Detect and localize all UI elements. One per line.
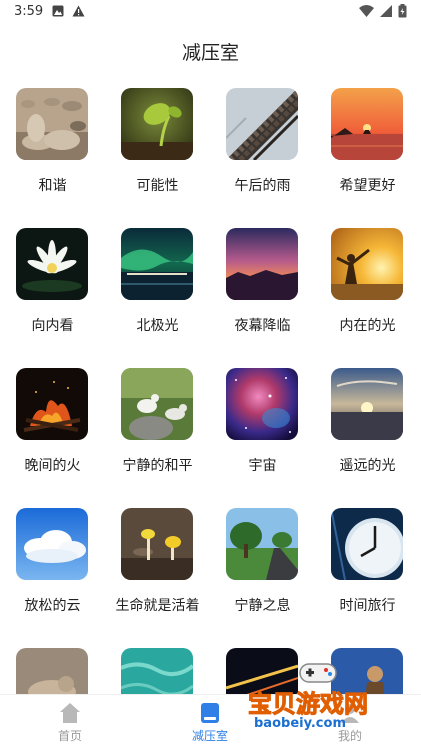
item-label: 夜幕降临 xyxy=(234,318,291,334)
sprout-icon xyxy=(121,88,193,160)
item-serene-peace[interactable]: 宁静的和平 xyxy=(105,366,210,506)
item-evening-fire[interactable]: 晚间的火 xyxy=(0,366,105,506)
clouds-icon xyxy=(16,508,88,580)
sunset-sea-icon xyxy=(331,88,403,160)
item-label: 午后的雨 xyxy=(234,178,291,194)
item-label: 宇宙 xyxy=(248,458,277,474)
item-aurora[interactable]: 北极光 xyxy=(105,226,210,366)
clock-icon xyxy=(331,508,403,580)
dusk-icon xyxy=(226,228,298,300)
item-cat[interactable] xyxy=(0,646,105,696)
item-label: 向内看 xyxy=(31,318,74,334)
tab-home[interactable]: 首页 xyxy=(20,701,120,747)
item-label: 宁静之息 xyxy=(234,598,291,614)
gamepad-icon xyxy=(299,663,337,683)
status-bar: 3:59 xyxy=(0,0,421,24)
item-inner-light[interactable]: 内在的光 xyxy=(315,226,420,366)
item-label: 遥远的光 xyxy=(339,458,396,474)
nebula-icon xyxy=(226,368,298,440)
water-lily-icon xyxy=(16,228,88,300)
page-title: 减压室 xyxy=(181,42,239,64)
item-label: 放松的云 xyxy=(24,598,81,614)
item-universe[interactable]: 宇宙 xyxy=(210,366,315,506)
mushrooms-icon xyxy=(121,508,193,580)
item-label: 内在的光 xyxy=(339,318,396,334)
tab-home-label: 首页 xyxy=(57,729,82,743)
signal-icon xyxy=(380,5,392,17)
item-label: 和谐 xyxy=(38,178,67,194)
person-sunlight-icon xyxy=(331,228,403,300)
rooftop-icon xyxy=(226,88,298,160)
item-label: 可能性 xyxy=(136,178,179,194)
watermark-title: 宝贝游戏网 xyxy=(248,690,369,719)
doves-icon xyxy=(121,368,193,440)
book-icon xyxy=(201,703,219,723)
stones-icon xyxy=(16,88,88,160)
item-harmony[interactable]: 和谐 xyxy=(0,86,105,226)
warning-icon xyxy=(72,5,85,17)
item-label: 晚间的火 xyxy=(24,458,81,474)
item-label: 生命就是活着 xyxy=(115,598,200,614)
horizon-sun-icon xyxy=(331,368,403,440)
battery-icon xyxy=(398,4,407,18)
item-possibility[interactable]: 可能性 xyxy=(105,86,210,226)
item-label: 宁静的和平 xyxy=(122,458,193,474)
tree-road-icon xyxy=(226,508,298,580)
wifi-icon xyxy=(359,5,374,17)
item-look-inward[interactable]: 向内看 xyxy=(0,226,105,366)
aurora-icon xyxy=(121,228,193,300)
home-icon xyxy=(60,703,80,723)
turquoise-water-icon xyxy=(121,648,193,696)
item-time-travel[interactable]: 时间旅行 xyxy=(315,506,420,646)
image-notification-icon xyxy=(52,5,64,17)
item-afternoon-rain[interactable]: 午后的雨 xyxy=(210,86,315,226)
watermark-url: baobeiy.com xyxy=(254,716,346,731)
item-hope-better[interactable]: 希望更好 xyxy=(315,86,420,226)
item-life-is-living[interactable]: 生命就是活着 xyxy=(105,506,210,646)
bonfire-icon xyxy=(16,368,88,440)
item-label: 时间旅行 xyxy=(339,598,396,614)
watermark-logo: 宝贝游戏网 baobeiy.com xyxy=(228,658,398,748)
cat-icon xyxy=(16,648,88,696)
decompression-grid: 和谐 可能性 午后的雨 希望更好 向内看 北极光 夜幕降临 内在的光 晚间的火 … xyxy=(0,86,421,696)
status-time: 3:59 xyxy=(14,4,44,19)
item-label: 北极光 xyxy=(136,318,179,334)
item-label: 希望更好 xyxy=(339,178,396,194)
item-relaxing-clouds[interactable]: 放松的云 xyxy=(0,506,105,646)
item-serene-breath[interactable]: 宁静之息 xyxy=(210,506,315,646)
item-distant-light[interactable]: 遥远的光 xyxy=(315,366,420,506)
item-turquoise-water[interactable] xyxy=(105,646,210,696)
item-nightfall[interactable]: 夜幕降临 xyxy=(210,226,315,366)
